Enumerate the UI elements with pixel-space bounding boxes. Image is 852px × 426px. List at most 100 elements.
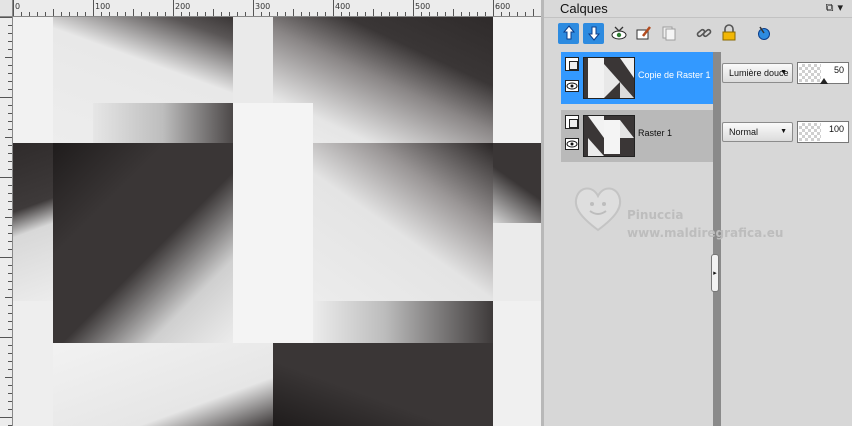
layer-thumbnail	[583, 115, 635, 157]
ruler-tick	[5, 57, 12, 58]
ruler-tick	[141, 12, 142, 16]
ruler-tick	[0, 417, 12, 418]
ruler-tick	[109, 12, 110, 16]
opacity-field[interactable]: 50	[797, 62, 849, 84]
ruler-tick	[8, 169, 12, 170]
layer-mask-icon[interactable]	[565, 115, 579, 129]
ruler-tick	[8, 201, 12, 202]
ruler-tick	[0, 17, 12, 18]
ruler-tick	[93, 0, 94, 16]
ruler-tick	[245, 12, 246, 16]
ruler-tick	[485, 12, 486, 16]
ruler-tick	[21, 12, 22, 16]
ruler-tick	[533, 9, 534, 16]
ruler-tick	[429, 12, 430, 16]
ruler-tick	[53, 9, 54, 16]
canvas-block	[493, 17, 541, 143]
ruler-tick	[8, 121, 12, 122]
ruler-tick	[8, 81, 12, 82]
ruler-tick	[8, 153, 12, 154]
new-layer-up-icon[interactable]	[558, 22, 579, 44]
chevron-down-icon: ▼	[780, 69, 787, 76]
canvas-block	[273, 343, 493, 426]
canvas-block	[313, 301, 493, 343]
opacity-value: 100	[828, 124, 844, 134]
ruler-tick	[85, 12, 86, 16]
ruler-tick	[8, 161, 12, 162]
brush-layer-icon[interactable]	[633, 23, 654, 44]
ruler-tick	[373, 9, 374, 16]
divider-grip[interactable]: ▸	[711, 254, 719, 292]
canvas-block	[53, 343, 273, 426]
copy-layer-icon[interactable]	[658, 23, 679, 44]
pin-icon[interactable]: ⧉	[826, 1, 838, 14]
layer-name: Raster 1	[638, 128, 673, 138]
canvas-block	[233, 17, 273, 103]
canvas-block	[493, 223, 541, 301]
ruler-tick	[253, 0, 254, 16]
ruler-tick	[8, 265, 12, 266]
ruler-tick	[69, 12, 70, 16]
ruler-tick	[509, 12, 510, 16]
ruler-left	[0, 17, 13, 426]
ruler-tick	[461, 12, 462, 16]
ruler-tick	[421, 12, 422, 16]
ruler-tick	[8, 321, 12, 322]
ruler-label: 100	[95, 2, 111, 11]
opacity-checker	[799, 123, 821, 141]
new-layer-down-icon[interactable]	[583, 22, 604, 44]
ruler-tick	[205, 12, 206, 16]
ruler-tick	[349, 12, 350, 16]
ruler-tick	[8, 369, 12, 370]
layer-row-copie-de-raster-1[interactable]: Copie de Raster 1	[561, 52, 714, 104]
ruler-tick	[0, 337, 12, 338]
layer-row-raster-1[interactable]: Raster 1	[561, 110, 714, 162]
ruler-tick	[413, 0, 414, 16]
layer-thumbnail	[583, 57, 635, 99]
ruler-tick	[8, 361, 12, 362]
ruler-tick	[8, 145, 12, 146]
ruler-tick	[157, 12, 158, 16]
image-canvas[interactable]	[13, 17, 541, 426]
ruler-tick	[0, 257, 12, 258]
layer-mask-icon[interactable]	[565, 57, 579, 71]
ruler-tick	[341, 12, 342, 16]
ruler-tick	[389, 12, 390, 16]
blend-mode-select[interactable]: Normal ▼	[722, 122, 793, 142]
ruler-tick	[8, 385, 12, 386]
canvas-block	[493, 143, 541, 223]
ruler-tick	[165, 12, 166, 16]
ruler-tick	[173, 0, 174, 16]
ruler-tick	[8, 73, 12, 74]
ruler-tick	[0, 177, 12, 178]
opacity-field[interactable]: 100	[797, 121, 849, 143]
eye-icon[interactable]	[565, 138, 579, 150]
ruler-tick	[501, 12, 502, 16]
ruler-tick	[8, 233, 12, 234]
panel-controls: ⧉▾	[826, 1, 847, 15]
ruler-tick	[37, 12, 38, 16]
ruler-tick	[149, 12, 150, 16]
ruler-tick	[125, 12, 126, 16]
opacity-slider-marker[interactable]	[820, 78, 828, 84]
lock-icon[interactable]	[718, 23, 739, 44]
ruler-tick	[357, 12, 358, 16]
ruler-tick	[13, 0, 14, 16]
watermark-name: Pinuccia	[627, 208, 684, 222]
eye-icon[interactable]	[565, 80, 579, 92]
ruler-tick	[5, 377, 12, 378]
ruler-tick	[0, 97, 12, 98]
menu-arrow-icon[interactable]: ▾	[837, 1, 847, 14]
ruler-corner	[0, 0, 13, 17]
ruler-tick	[293, 9, 294, 16]
blend-mode-select[interactable]: Lumière douce ▼	[722, 63, 793, 83]
link-icon[interactable]	[693, 23, 714, 44]
ruler-tick	[301, 12, 302, 16]
ruler-tick	[8, 409, 12, 410]
properties-icon[interactable]	[753, 23, 774, 44]
eye-visibility-icon[interactable]	[608, 23, 629, 44]
ruler-tick	[8, 249, 12, 250]
canvas-block	[13, 143, 53, 301]
ruler-tick	[8, 273, 12, 274]
ruler-tick	[8, 313, 12, 314]
